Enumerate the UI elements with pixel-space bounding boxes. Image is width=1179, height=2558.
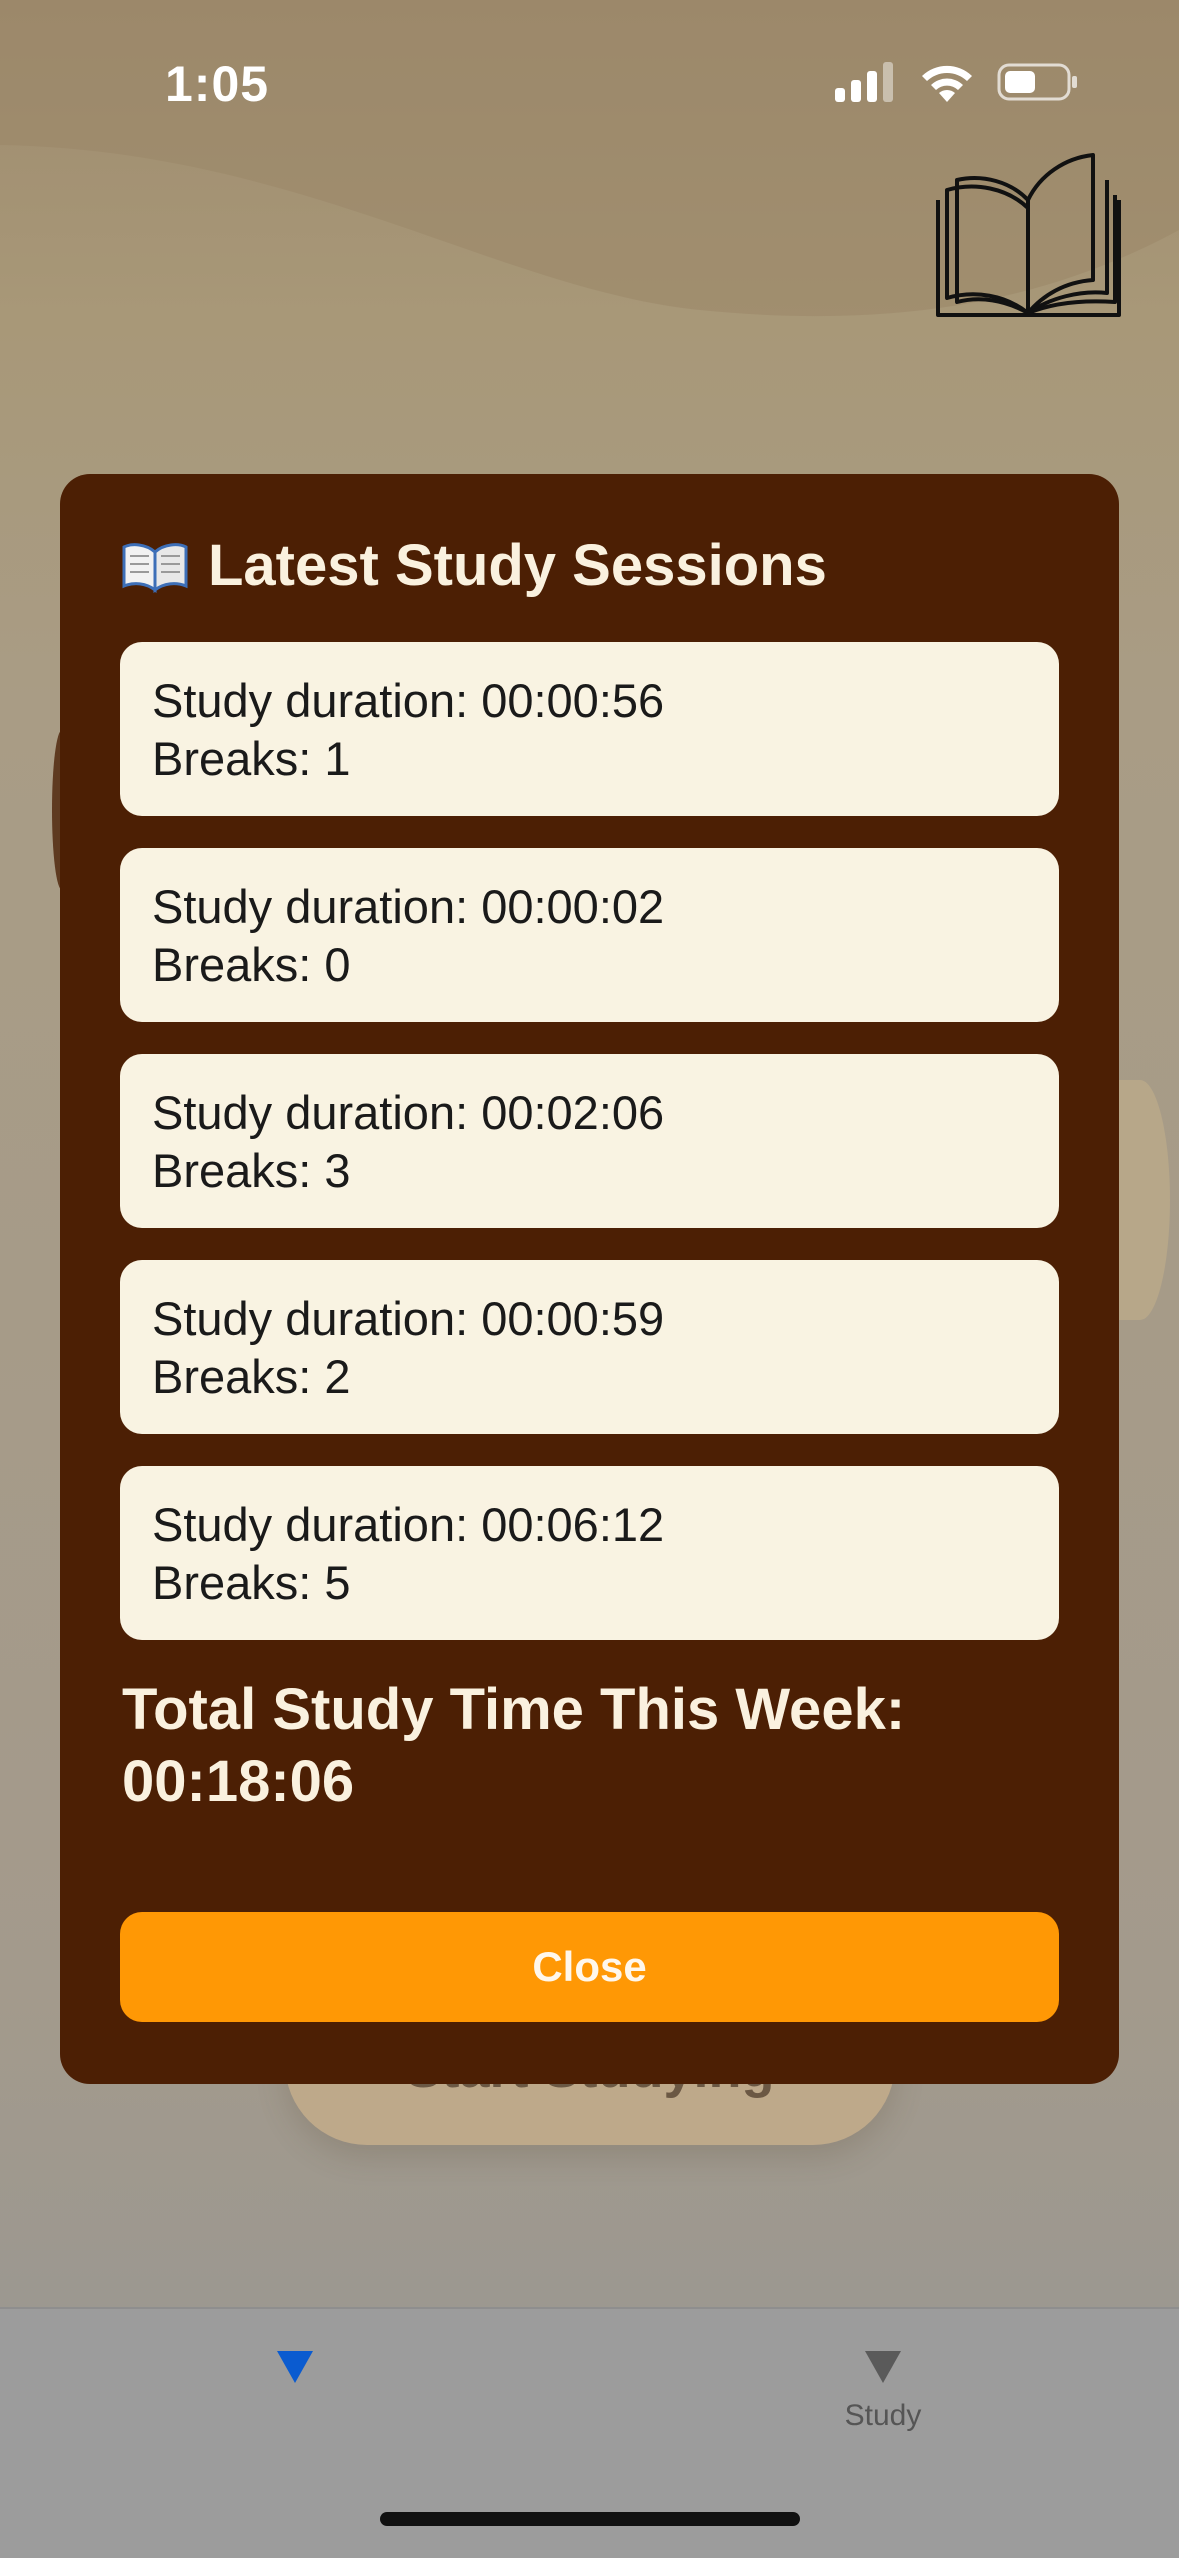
open-book-icon xyxy=(936,153,1121,317)
status-time: 1:05 xyxy=(165,56,270,112)
triangle-down-icon xyxy=(865,2351,901,2383)
tab-home-label xyxy=(175,2399,415,2435)
session-card: Study duration: 00:02:06 Breaks: 3 xyxy=(120,1054,1059,1228)
session-card: Study duration: 00:00:59 Breaks: 2 xyxy=(120,1260,1059,1434)
session-breaks: Breaks: 3 xyxy=(152,1144,351,1197)
battery-icon xyxy=(997,63,1077,101)
wifi-icon xyxy=(922,65,972,102)
session-duration: Study duration: 00:06:12 xyxy=(152,1498,665,1551)
session-list: Study duration: 00:00:56 Breaks: 1 Study… xyxy=(120,642,1059,1672)
session-card: Study duration: 00:00:02 Breaks: 0 xyxy=(120,848,1059,1022)
weekly-total: Total Study Time This Week: 00:18:06 xyxy=(122,1674,1062,1818)
session-duration: Study duration: 00:02:06 xyxy=(152,1086,665,1139)
session-breaks: Breaks: 2 xyxy=(152,1350,351,1403)
modal-title-text: Latest Study Sessions xyxy=(208,533,827,598)
close-button[interactable]: Close xyxy=(120,1912,1059,2022)
session-card: Study duration: 00:06:12 Breaks: 5 xyxy=(120,1466,1059,1640)
weekly-total-label: Total Study Time This Week: xyxy=(122,1677,906,1742)
tab-home[interactable] xyxy=(175,2349,415,2435)
home-indicator[interactable] xyxy=(380,2512,800,2526)
cellular-signal-icon xyxy=(835,62,893,102)
tab-study[interactable]: Study xyxy=(763,2349,1003,2435)
open-book-emoji-icon xyxy=(122,542,188,593)
modal-title: Latest Study Sessions xyxy=(122,532,827,599)
status-icons xyxy=(835,62,1079,102)
session-breaks: Breaks: 1 xyxy=(152,732,351,785)
session-duration: Study duration: 00:00:56 xyxy=(152,674,665,727)
triangle-down-icon xyxy=(277,2351,313,2383)
session-breaks: Breaks: 0 xyxy=(152,938,351,991)
session-breaks: Breaks: 5 xyxy=(152,1556,351,1609)
weekly-total-value: 00:18:06 xyxy=(122,1749,355,1814)
session-duration: Study duration: 00:00:59 xyxy=(152,1292,665,1345)
session-duration: Study duration: 00:00:02 xyxy=(152,880,665,933)
study-sessions-modal: Latest Study Sessions Study duration: 00… xyxy=(60,474,1119,2084)
tab-study-label: Study xyxy=(844,2399,922,2432)
session-card: Study duration: 00:00:56 Breaks: 1 xyxy=(120,642,1059,816)
background-decoration xyxy=(1110,1080,1170,1320)
